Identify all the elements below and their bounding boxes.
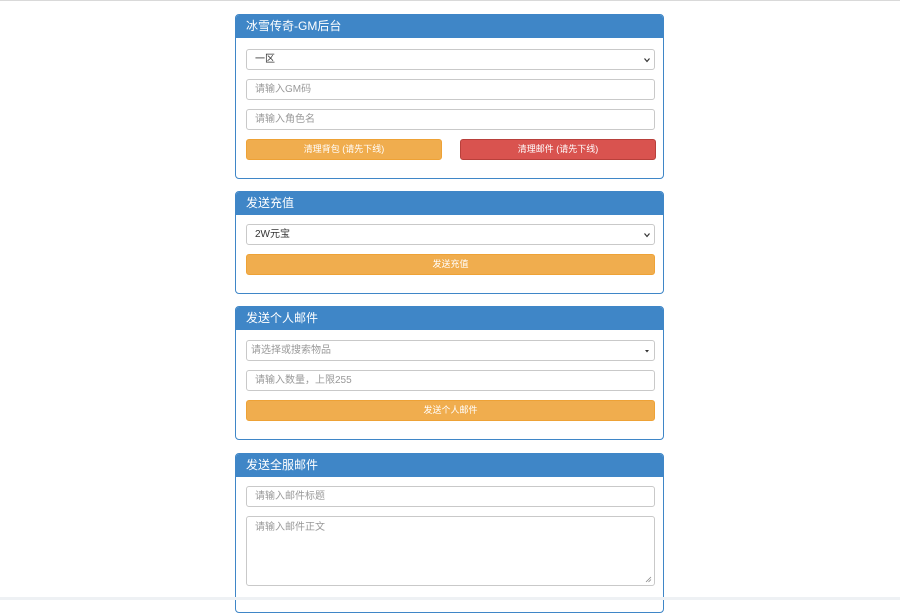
- quantity-input[interactable]: 请输入数量，上限255: [246, 370, 655, 391]
- clear-mail-button[interactable]: 清理邮件 (请先下线): [460, 139, 656, 160]
- caret-down-icon: [645, 350, 649, 353]
- top-border: [0, 0, 900, 1]
- personal-mail-panel: 发送个人邮件 请选择或搜索物品 请输入数量，上限255 发送个人邮件: [235, 306, 664, 440]
- mail-body-placeholder: 请输入邮件正文: [255, 522, 325, 533]
- panel-title: 冰雪传奇-GM后台: [236, 15, 663, 38]
- item-search-placeholder: 请选择或搜索物品: [251, 345, 331, 356]
- role-name-input[interactable]: 请输入角色名: [246, 109, 655, 130]
- send-recharge-button[interactable]: 发送充值: [246, 254, 655, 275]
- mail-body-textarea[interactable]: 请输入邮件正文: [246, 516, 655, 586]
- panel-title: 发送个人邮件: [236, 307, 663, 330]
- chevron-down-icon: [644, 233, 650, 238]
- mail-subject-input[interactable]: 请输入邮件标题: [246, 486, 655, 507]
- gm-code-input[interactable]: 请输入GM码: [246, 79, 655, 100]
- resize-handle-icon[interactable]: [645, 576, 652, 583]
- item-search-select[interactable]: 请选择或搜索物品: [246, 340, 655, 361]
- send-personal-mail-button[interactable]: 发送个人邮件: [246, 400, 655, 421]
- clear-bag-button[interactable]: 清理背包 (请先下线): [246, 139, 442, 160]
- panel-title: 发送充值: [236, 192, 663, 215]
- recharge-amount-value: 2W元宝: [255, 229, 290, 240]
- zone-select-value: 一区: [255, 54, 275, 65]
- chevron-down-icon: [644, 58, 650, 63]
- recharge-panel: 发送充值 2W元宝 发送充值: [235, 191, 664, 294]
- recharge-amount-select[interactable]: 2W元宝: [246, 224, 655, 245]
- all-server-mail-panel: 发送全服邮件 请输入邮件标题 请输入邮件正文: [235, 453, 664, 613]
- panel-title: 发送全服邮件: [236, 454, 663, 477]
- zone-select[interactable]: 一区: [246, 49, 655, 70]
- gm-panel: 冰雪传奇-GM后台 一区 请输入GM码 请输入角色名 清理背包 (请先下线) 清…: [235, 14, 664, 179]
